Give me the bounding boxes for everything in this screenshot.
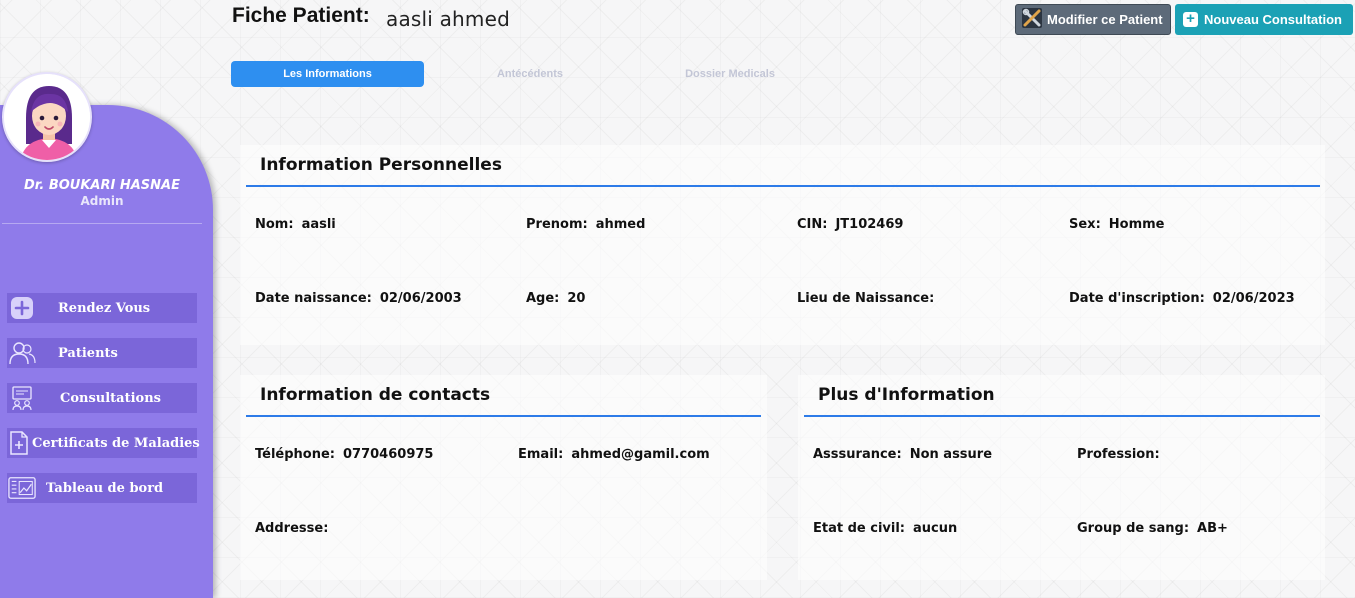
sidebar-item-label: Rendez Vous bbox=[58, 300, 151, 316]
field-label: Date d'inscription: bbox=[1069, 291, 1205, 306]
plus-info-divider bbox=[804, 415, 1320, 417]
tools-icon bbox=[1021, 7, 1043, 32]
field-label: Asssurance: bbox=[813, 447, 902, 462]
field-label: Sex: bbox=[1069, 217, 1101, 232]
field-value: 20 bbox=[567, 291, 586, 306]
contacts-title: Information de contacts bbox=[260, 385, 491, 405]
field-adresse: Addresse: bbox=[255, 521, 336, 536]
patient-name: aasli ahmed bbox=[386, 7, 511, 31]
field-sex: Sex: Homme bbox=[1069, 217, 1165, 232]
new-consultation-button[interactable]: + Nouveau Consultation bbox=[1175, 4, 1353, 35]
field-value: 02/06/2003 bbox=[379, 291, 462, 306]
field-label: Téléphone: bbox=[255, 447, 335, 462]
field-age: Age: 20 bbox=[526, 291, 585, 306]
sidebar-item-label: Consultations bbox=[60, 390, 161, 406]
field-value: Homme bbox=[1108, 217, 1165, 232]
field-value: JT102469 bbox=[835, 217, 904, 232]
doctor-role: Admin bbox=[80, 194, 124, 208]
tab-informations[interactable]: Les Informations bbox=[231, 61, 424, 87]
field-date-inscription: Date d'inscription: 02/06/2023 bbox=[1069, 291, 1295, 306]
new-consultation-label: Nouveau Consultation bbox=[1204, 12, 1342, 27]
field-nom: Nom: aasli bbox=[255, 217, 336, 232]
sidebar-item-rendez-vous[interactable]: Rendez Vous bbox=[7, 293, 197, 323]
page-title: Fiche Patient: bbox=[232, 4, 370, 27]
users-icon bbox=[8, 339, 36, 367]
field-lieu-naissance: Lieu de Naissance: bbox=[797, 291, 942, 306]
sidebar-item-label: Patients bbox=[58, 345, 118, 361]
consultation-icon bbox=[8, 384, 36, 412]
field-profession: Profession: bbox=[1077, 447, 1168, 462]
edit-patient-button[interactable]: Modifier ce Patient bbox=[1015, 4, 1171, 35]
field-label: CIN: bbox=[797, 217, 828, 232]
plus-info-card bbox=[798, 375, 1325, 580]
field-assurance: Asssurance: Non assure bbox=[813, 447, 992, 462]
personal-info-card bbox=[240, 145, 1325, 345]
field-email: Email: ahmed@gamil.com bbox=[518, 447, 710, 462]
field-value: 02/06/2023 bbox=[1212, 291, 1295, 306]
field-groupe-sang: Group de sang: AB+ bbox=[1077, 521, 1228, 536]
personal-info-divider bbox=[246, 185, 1320, 187]
dashboard-icon bbox=[8, 474, 36, 502]
doctor-name: Dr. BOUKARI HASNAE bbox=[24, 178, 180, 193]
field-label: Group de sang: bbox=[1077, 521, 1190, 536]
tab-antecedents[interactable]: Antécédents bbox=[450, 61, 610, 87]
contacts-card bbox=[240, 375, 767, 580]
field-cin: CIN: JT102469 bbox=[797, 217, 903, 232]
sidebar-item-label: Tableau de bord bbox=[46, 480, 164, 496]
field-value: aucun bbox=[913, 521, 958, 536]
field-value: AB+ bbox=[1197, 521, 1228, 536]
field-value: ahmed@gamil.com bbox=[571, 447, 710, 462]
edit-patient-label: Modifier ce Patient bbox=[1047, 12, 1163, 27]
sidebar-item-patients[interactable]: Patients bbox=[7, 338, 197, 368]
document-plus-icon bbox=[8, 429, 30, 457]
plus-info-title: Plus d'Information bbox=[818, 385, 995, 405]
field-label: Date naissance: bbox=[255, 291, 372, 306]
field-value: aasli bbox=[301, 217, 336, 232]
field-label: Profession: bbox=[1077, 447, 1160, 462]
field-value: ahmed bbox=[595, 217, 646, 232]
field-label: Nom: bbox=[255, 217, 294, 232]
field-value: Non assure bbox=[909, 447, 993, 462]
sidebar-divider bbox=[2, 223, 202, 224]
sidebar-item-certificats[interactable]: Certificats de Maladies bbox=[7, 428, 200, 458]
sidebar-item-tableau-de-bord[interactable]: Tableau de bord bbox=[7, 473, 197, 503]
field-label: Age: bbox=[526, 291, 560, 306]
field-label: Addresse: bbox=[255, 521, 329, 536]
sidebar-item-consultations[interactable]: Consultations bbox=[7, 383, 197, 413]
field-label: Email: bbox=[518, 447, 564, 462]
contacts-divider bbox=[246, 415, 761, 417]
field-date-naissance: Date naissance: 02/06/2003 bbox=[255, 291, 462, 306]
field-value: 0770460975 bbox=[343, 447, 434, 462]
field-label: Etat de civil: bbox=[813, 521, 906, 536]
sidebar-item-label: Certificats de Maladies bbox=[32, 435, 200, 451]
tab-dossier-medicals[interactable]: Dossier Medicals bbox=[640, 61, 820, 87]
field-label: Lieu de Naissance: bbox=[797, 291, 935, 306]
plus-icon: + bbox=[1183, 11, 1198, 27]
field-etat-civil: Etat de civil: aucun bbox=[813, 521, 957, 536]
field-prenom: Prenom: ahmed bbox=[526, 217, 645, 232]
field-telephone: Téléphone: 0770460975 bbox=[255, 447, 433, 462]
field-label: Prenom: bbox=[526, 217, 588, 232]
personal-info-title: Information Personnelles bbox=[260, 155, 502, 175]
plus-icon bbox=[8, 294, 36, 322]
avatar bbox=[2, 72, 92, 162]
